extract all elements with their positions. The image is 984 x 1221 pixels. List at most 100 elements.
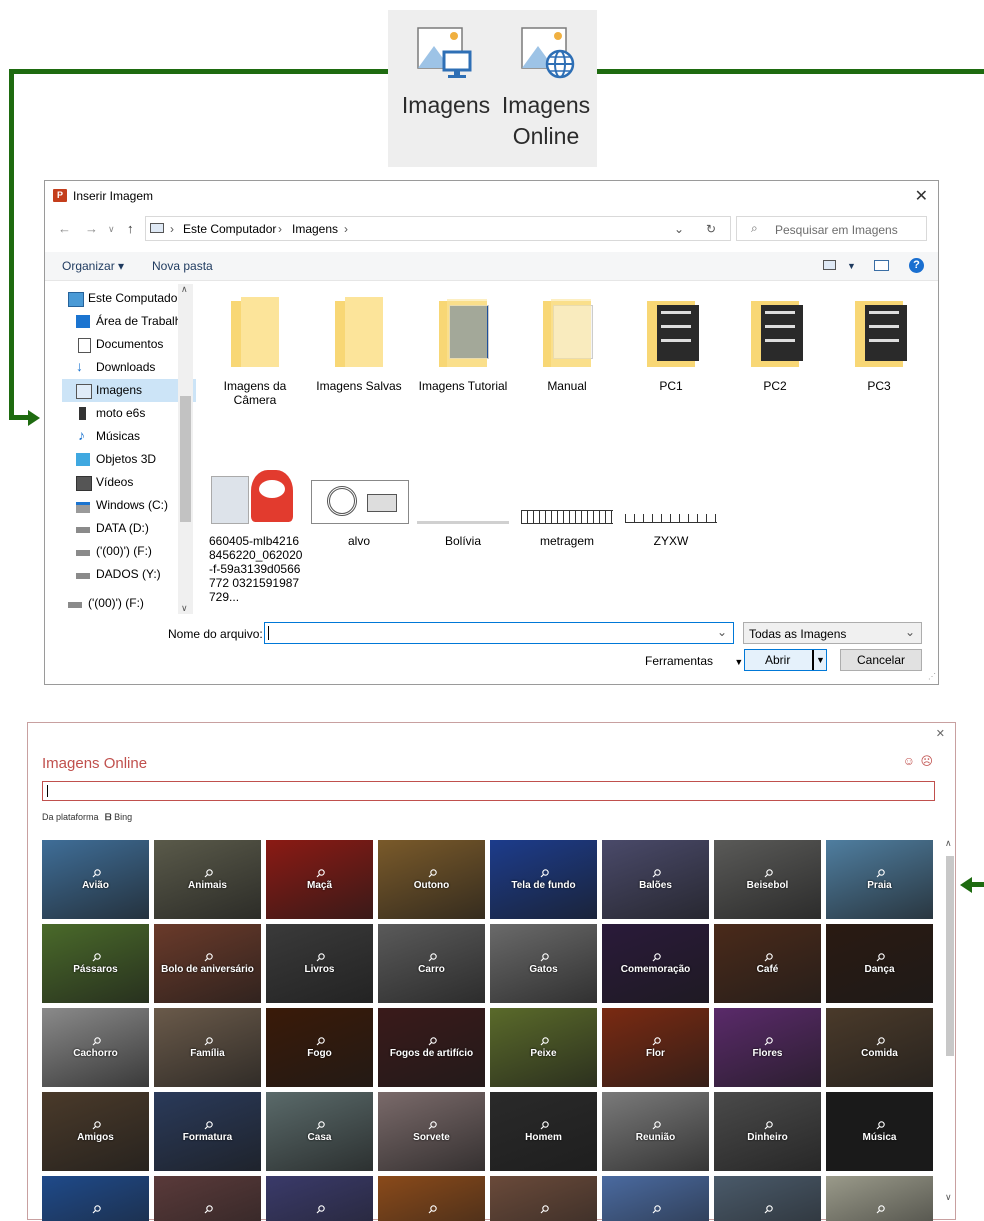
online-scrollbar[interactable]: ∧ ∨	[943, 838, 956, 1203]
breadcrumb-item[interactable]: Imagens	[292, 222, 338, 236]
folder-item[interactable]: Manual	[517, 291, 617, 393]
sidebar-item[interactable]: ↓ Downloads	[62, 356, 196, 379]
up-arrow-icon[interactable]: ↑	[127, 221, 134, 236]
category-tile[interactable]: Reunião	[602, 1092, 709, 1171]
refresh-icon[interactable]: ↻	[706, 222, 716, 236]
image-file-item[interactable]: Bolívia	[413, 446, 513, 548]
category-tile[interactable]: Peixe	[490, 1008, 597, 1087]
category-tile[interactable]	[490, 1176, 597, 1221]
sidebar-item[interactable]: ♪ Músicas	[62, 425, 196, 448]
file-type-select[interactable]: Todas as Imagens ⌄	[743, 622, 922, 644]
category-tile[interactable]: Praia	[826, 840, 933, 919]
search-box[interactable]: ⌕ Pesquisar em Imagens	[736, 216, 927, 241]
back-arrow-icon[interactable]: ←	[58, 221, 71, 236]
category-tile[interactable]: Dança	[826, 924, 933, 1003]
help-icon[interactable]: ?	[909, 258, 924, 273]
category-tile[interactable]: Animais	[154, 840, 261, 919]
category-tile[interactable]: Flores	[714, 1008, 821, 1087]
category-tile[interactable]: Fogo	[266, 1008, 373, 1087]
images-button[interactable]: Imagens	[398, 22, 494, 121]
category-tile[interactable]: Casa	[266, 1092, 373, 1171]
category-tile[interactable]: Comida	[826, 1008, 933, 1087]
category-tile[interactable]: Dinheiro	[714, 1092, 821, 1171]
tools-menu[interactable]: Ferramentas ▼	[645, 654, 743, 668]
sidebar-item[interactable]: Vídeos	[62, 471, 196, 494]
filename-input[interactable]: ⌄	[264, 622, 734, 644]
frown-feedback-icon[interactable]: ☹	[920, 754, 933, 768]
category-tile[interactable]: Comemoração	[602, 924, 709, 1003]
folder-item[interactable]: PC2	[725, 291, 825, 393]
address-dropdown-icon[interactable]: ⌄	[674, 222, 684, 236]
recent-chevron-icon[interactable]: ∨	[108, 224, 115, 235]
category-tile[interactable]: Formatura	[154, 1092, 261, 1171]
category-tile[interactable]: Maçã	[266, 840, 373, 919]
category-tile[interactable]: Balões	[602, 840, 709, 919]
category-tile[interactable]: Tela de fundo	[490, 840, 597, 919]
close-icon[interactable]: ✕	[936, 727, 945, 740]
scrollbar-thumb[interactable]	[946, 856, 954, 1056]
sidebar-item[interactable]: moto e6s	[62, 402, 196, 425]
preview-pane-icon[interactable]	[874, 260, 889, 271]
image-file-item[interactable]: metragem	[517, 446, 617, 548]
sidebar-item[interactable]: Windows (C:)	[62, 494, 196, 517]
image-file-item[interactable]: ZYXW	[621, 446, 721, 548]
category-tile[interactable]	[266, 1176, 373, 1221]
cancel-button[interactable]: Cancelar	[840, 649, 922, 671]
view-dropdown-icon[interactable]: ▼	[847, 261, 856, 271]
category-tile[interactable]	[714, 1176, 821, 1221]
organize-button[interactable]: Organizar ▾	[62, 259, 124, 273]
sidebar-item[interactable]: ('(00)') (F:)	[62, 540, 196, 563]
open-button[interactable]: Abrir ▼	[744, 649, 827, 671]
folder-item[interactable]: PC1	[621, 291, 721, 393]
category-tile[interactable]: Carro	[378, 924, 485, 1003]
category-tile[interactable]: Homem	[490, 1092, 597, 1171]
image-file-item[interactable]: 660405-mlb42168456220_062020-f-59a3139d0…	[205, 446, 305, 604]
scroll-up-icon[interactable]: ∧	[181, 284, 188, 295]
category-tile[interactable]	[42, 1176, 149, 1221]
chevron-down-icon[interactable]: ⌄	[717, 625, 727, 639]
scroll-up-icon[interactable]: ∧	[945, 838, 952, 849]
category-tile[interactable]: Beisebol	[714, 840, 821, 919]
sidebar-item[interactable]: Área de Trabalho	[62, 310, 196, 333]
sidebar-item[interactable]: DATA (D:)	[62, 517, 196, 540]
category-tile[interactable]	[826, 1176, 933, 1221]
category-tile[interactable]: Sorvete	[378, 1092, 485, 1171]
category-tile[interactable]: Livros	[266, 924, 373, 1003]
sidebar-item[interactable]: Objetos 3D	[62, 448, 196, 471]
smile-feedback-icon[interactable]: ☺	[903, 754, 915, 768]
view-options-icon[interactable]	[823, 260, 836, 270]
new-folder-button[interactable]: Nova pasta	[152, 259, 213, 273]
open-split-dropdown-icon[interactable]: ▼	[812, 650, 827, 670]
category-tile[interactable]	[378, 1176, 485, 1221]
category-tile[interactable]: Família	[154, 1008, 261, 1087]
scrollbar-thumb[interactable]	[180, 396, 191, 522]
sidebar-item[interactable]: ('(00)') (F:)	[62, 592, 196, 615]
category-tile[interactable]: Fogos de artifício	[378, 1008, 485, 1087]
image-file-item[interactable]: alvo	[309, 446, 409, 548]
online-search-input[interactable]	[42, 781, 935, 801]
sidebar-item-selected[interactable]: Imagens	[62, 379, 196, 402]
close-icon[interactable]: ✕	[915, 186, 928, 206]
category-tile[interactable]	[602, 1176, 709, 1221]
folder-item[interactable]: Imagens Tutorial	[413, 291, 513, 393]
category-tile[interactable]: Amigos	[42, 1092, 149, 1171]
forward-arrow-icon[interactable]: →	[85, 221, 98, 236]
sidebar-item[interactable]: Este Computador	[62, 287, 196, 310]
category-tile[interactable]: Flor	[602, 1008, 709, 1087]
navigation-scrollbar[interactable]: ∧ ∨	[178, 284, 193, 614]
sidebar-item[interactable]: Documentos	[62, 333, 196, 356]
folder-item[interactable]: Imagens da Câmera	[205, 291, 305, 407]
address-bar[interactable]: › Este Computador › Imagens › ⌄ ↻	[145, 216, 731, 241]
scroll-down-icon[interactable]: ∨	[181, 603, 188, 614]
online-images-button[interactable]: Imagens Online	[494, 22, 598, 152]
category-tile[interactable]: Música	[826, 1092, 933, 1171]
category-tile[interactable]: Cachorro	[42, 1008, 149, 1087]
sidebar-item[interactable]: DADOS (Y:)	[62, 563, 196, 586]
category-tile[interactable]: Avião	[42, 840, 149, 919]
resize-grip-icon[interactable]: ⋰	[928, 672, 936, 681]
folder-item[interactable]: PC3	[829, 291, 929, 393]
scroll-down-icon[interactable]: ∨	[945, 1192, 952, 1203]
category-tile[interactable]: Outono	[378, 840, 485, 919]
folder-item[interactable]: Imagens Salvas	[309, 291, 409, 393]
category-tile[interactable]: Café	[714, 924, 821, 1003]
